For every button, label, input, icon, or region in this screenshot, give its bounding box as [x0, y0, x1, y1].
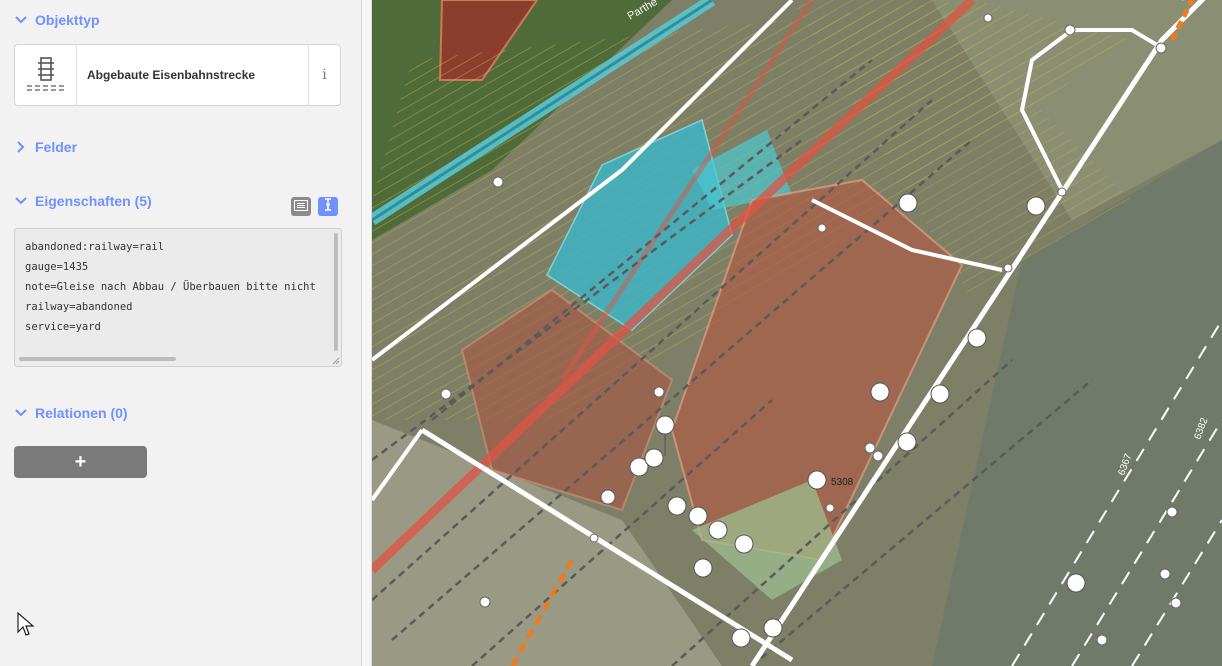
map-canvas[interactable]: Parthe 5308 6367 6382 — [372, 0, 1222, 666]
section-objekttyp-label: Objekttyp — [35, 12, 100, 28]
list-view-icon — [294, 198, 308, 216]
tag-line: abandoned:railway=rail — [25, 241, 165, 253]
section-eigenschaften-label: Eigenschaften (5) — [35, 193, 152, 209]
resize-handle-icon[interactable] — [332, 357, 340, 365]
text-view-button[interactable] — [318, 197, 338, 216]
section-relationen-label: Relationen (0) — [35, 405, 128, 421]
add-relation-button[interactable]: + — [14, 446, 147, 478]
section-relationen-toggle[interactable]: Relationen (0) — [14, 404, 128, 422]
tag-lines: abandoned:railway=rail gauge=1435 note=Gle… — [25, 237, 316, 337]
chevron-right-icon — [14, 140, 28, 154]
tag-line: service=yard — [25, 321, 101, 333]
section-objekttyp-toggle[interactable]: Objekttyp — [14, 11, 100, 29]
chevron-down-icon — [14, 406, 28, 420]
section-felder-label: Felder — [35, 139, 78, 155]
section-eigenschaften-toggle[interactable]: Eigenschaften (5) — [14, 192, 152, 210]
tag-line: gauge=1435 — [25, 261, 89, 273]
preset-info-button[interactable]: i — [308, 45, 340, 105]
list-view-button[interactable] — [291, 197, 311, 216]
inspector-sidebar: Objekttyp Abgebaute Eisenbahnstrecke i F… — [0, 0, 362, 666]
mouse-cursor-icon — [17, 612, 35, 636]
tag-line: note=Gleise nach Abbau / Überbauen bitte… — [25, 281, 316, 293]
vertical-scrollbar[interactable] — [334, 233, 338, 351]
section-felder-toggle[interactable]: Felder — [14, 138, 77, 156]
chevron-down-icon — [14, 13, 28, 27]
map-ref-label: 5308 — [831, 477, 854, 488]
horizontal-scrollbar[interactable] — [19, 357, 176, 361]
map-view[interactable]: Parthe 5308 6367 6382 — [372, 0, 1222, 666]
tag-line: railway=abandoned — [25, 301, 133, 313]
preset-card[interactable]: Abgebaute Eisenbahnstrecke i — [14, 44, 341, 106]
sidebar-resizer[interactable] — [362, 0, 372, 666]
text-cursor-icon — [323, 197, 333, 216]
preset-name: Abgebaute Eisenbahnstrecke — [87, 68, 256, 82]
chevron-down-icon — [14, 194, 28, 208]
abandoned-railway-icon — [15, 45, 77, 105]
tag-textarea[interactable]: abandoned:railway=rail gauge=1435 note=Gle… — [14, 228, 342, 367]
